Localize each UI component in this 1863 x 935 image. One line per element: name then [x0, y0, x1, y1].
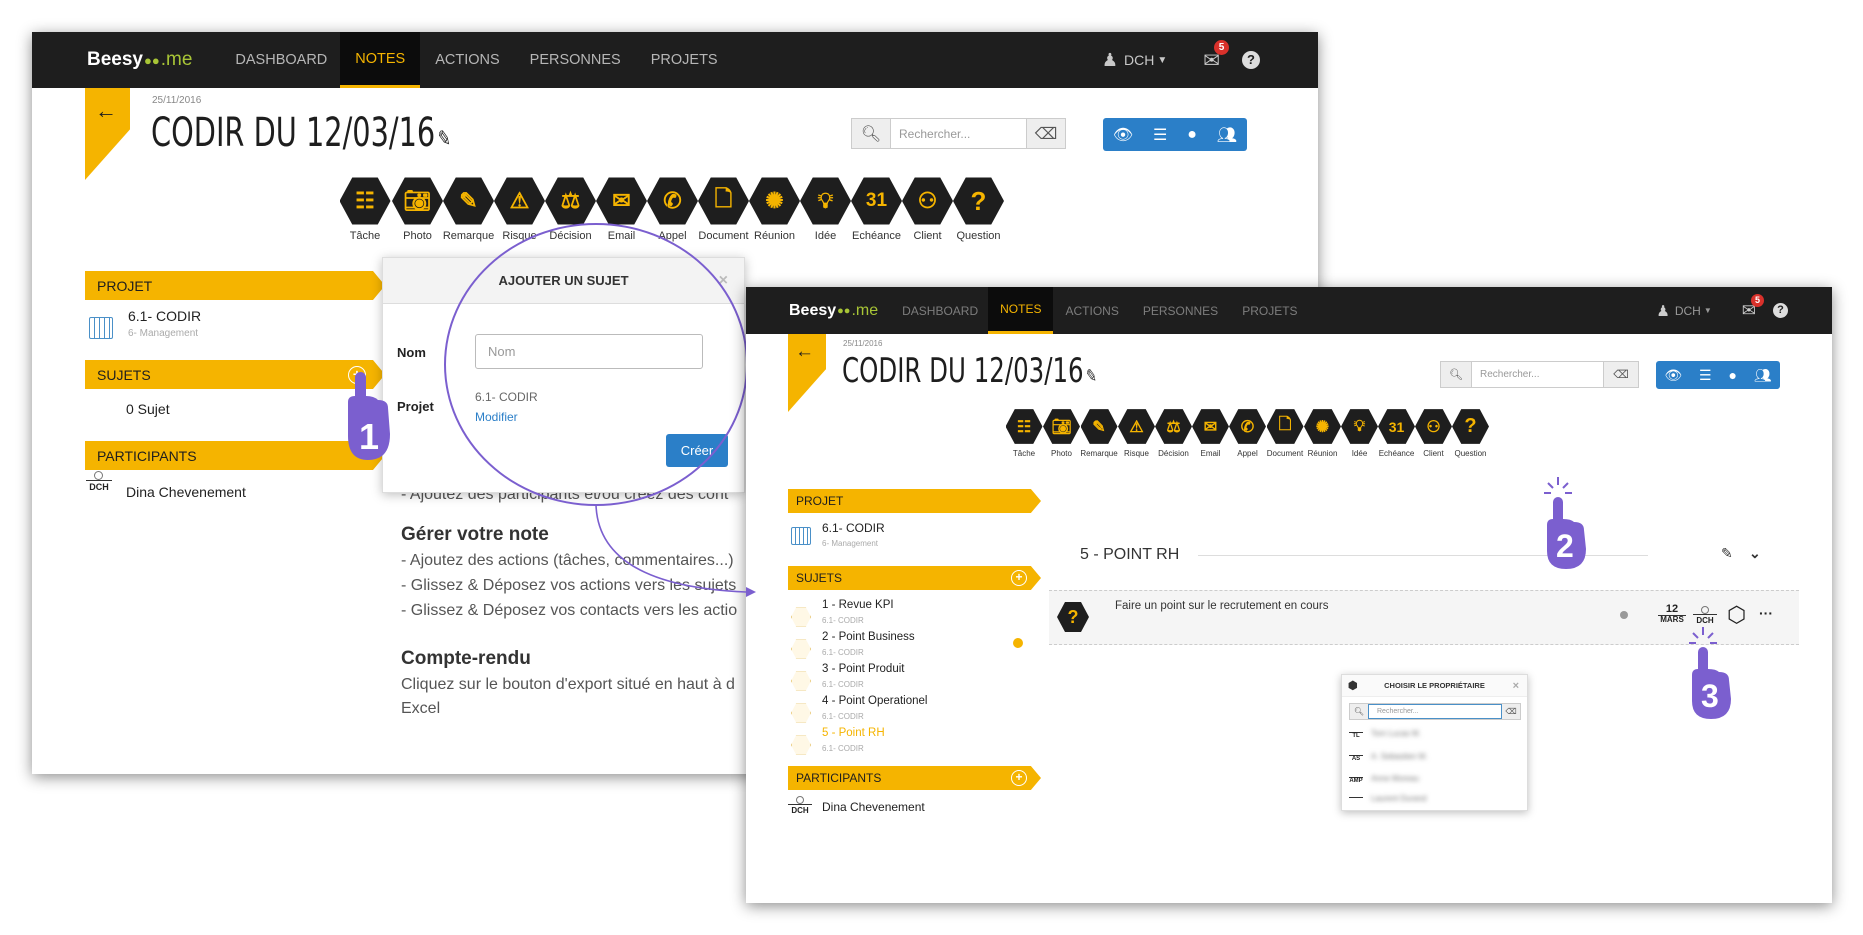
- step-number: 1: [359, 416, 379, 458]
- pointing-hand-step-1: 1: [344, 372, 398, 469]
- annotation-arrow: [0, 0, 1863, 935]
